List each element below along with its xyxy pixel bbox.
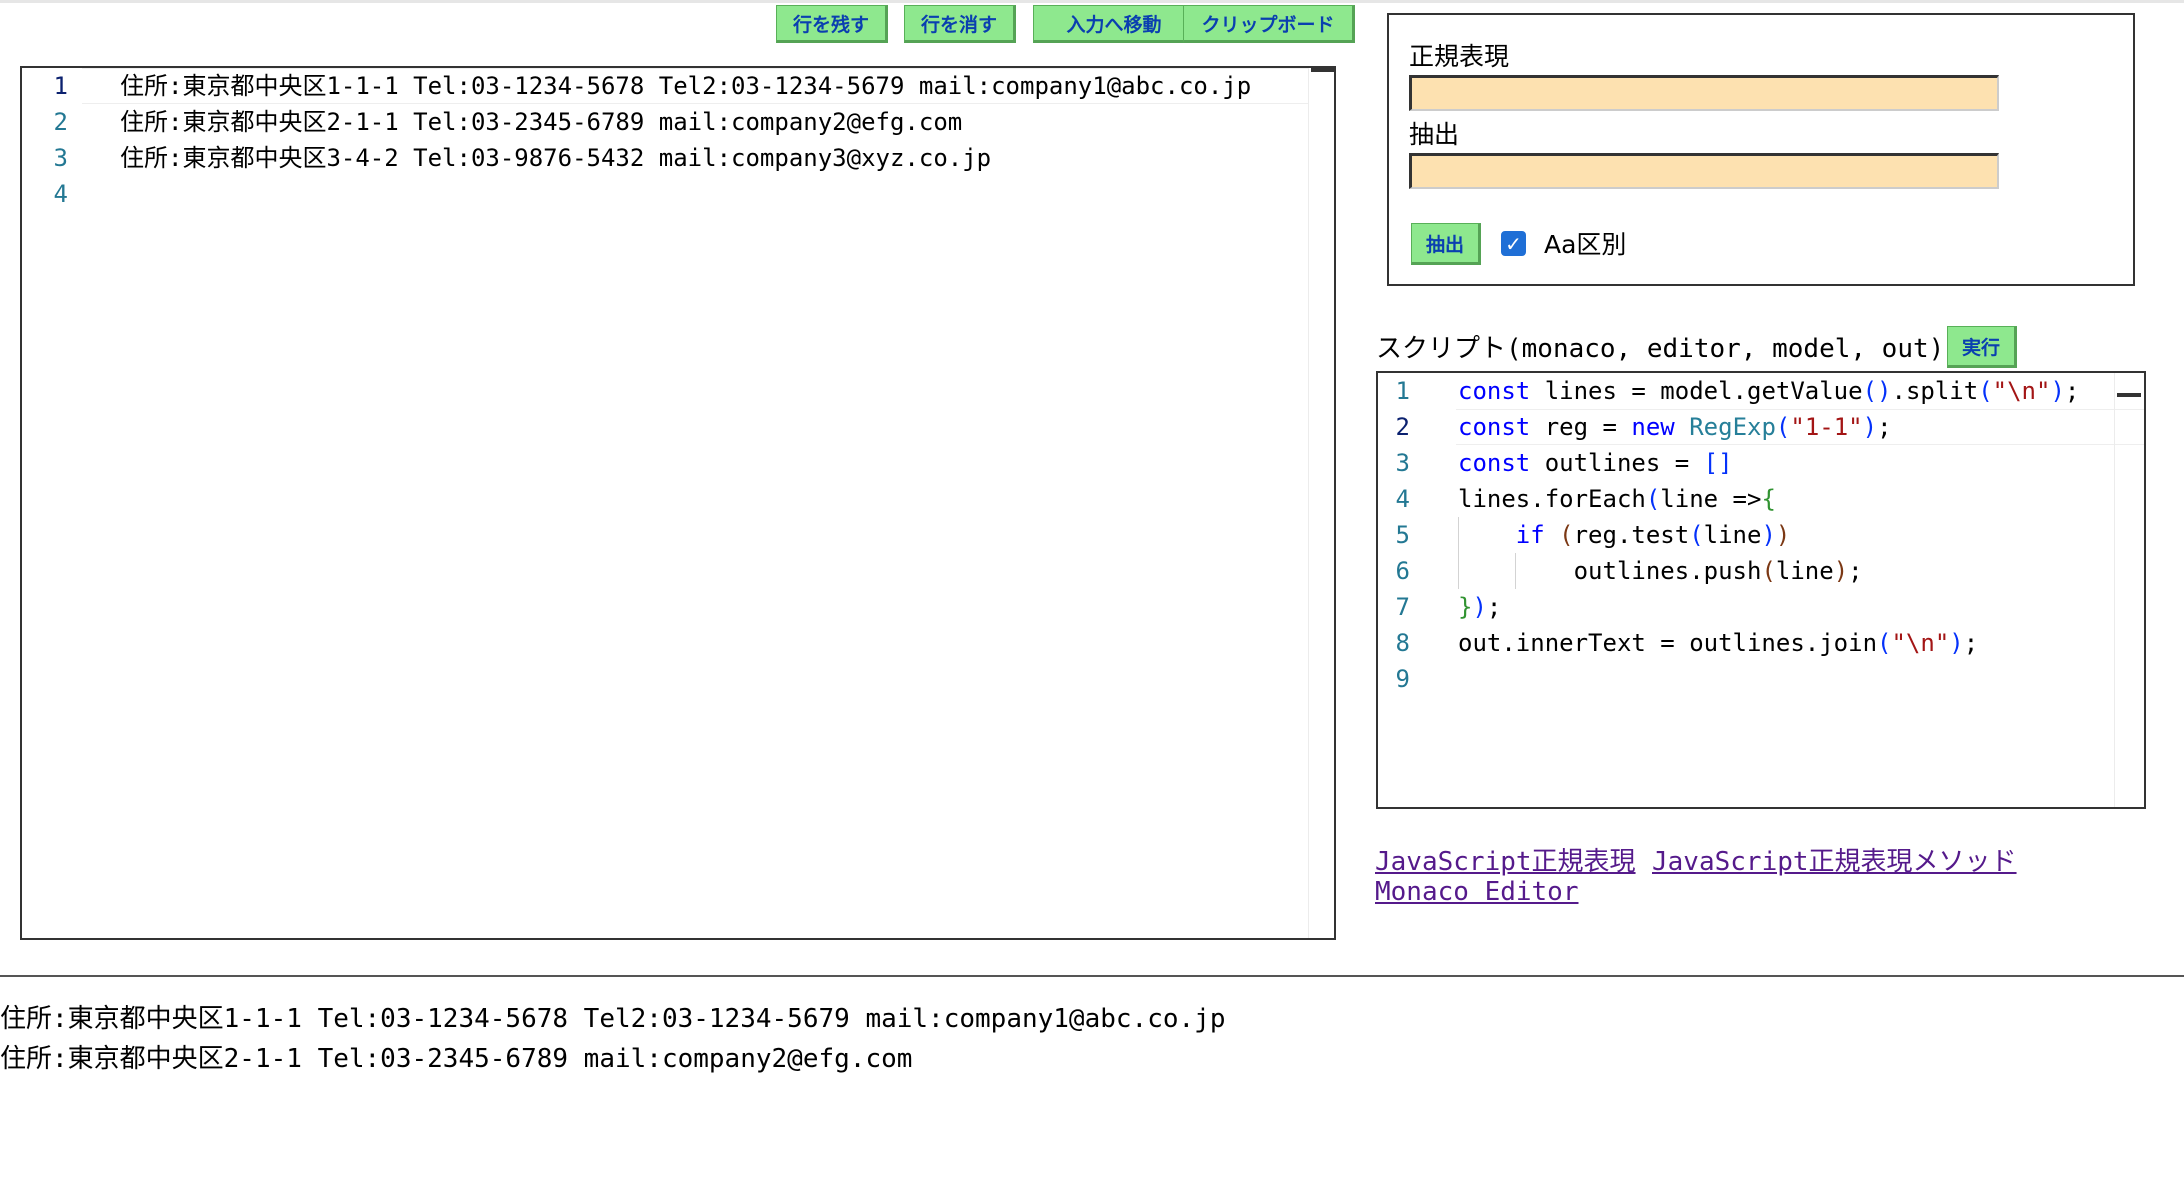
line-number: 4	[1395, 485, 1410, 513]
line-number: 3	[1395, 449, 1410, 477]
extract-input[interactable]	[1409, 153, 1999, 189]
line-number: 9	[1395, 665, 1410, 693]
code-line: const lines = model.getValue().split("\n…	[1458, 377, 2080, 405]
output-divider	[0, 975, 2184, 977]
regex-panel: 正規表現 抽出 抽出 ✓ Aa区別	[1387, 13, 2135, 286]
regex-input[interactable]	[1409, 75, 1999, 111]
top-border	[0, 0, 2184, 3]
extract-label: 抽出	[1409, 120, 1460, 149]
regex-label: 正規表現	[1409, 42, 1510, 71]
output-line: 住所:東京都中央区1-1-1 Tel:03-1234-5678 Tel2:03-…	[0, 1004, 1226, 1034]
code-line: outlines.push(line);	[1458, 557, 1863, 585]
code-line: out.innerText = outlines.join("\n");	[1458, 629, 1979, 657]
case-sensitive-label: Aa区別	[1544, 230, 1627, 259]
main-editor[interactable]: 1 2 3 4 住所:東京都中央区1-1-1 Tel:03-1234-5678 …	[20, 66, 1336, 940]
code-line: });	[1458, 593, 1502, 621]
line-number: 3	[53, 144, 68, 172]
line-number: 8	[1395, 629, 1410, 657]
line-number: 7	[1395, 593, 1410, 621]
line-number: 1	[1395, 377, 1410, 405]
js-regex-link[interactable]: JavaScript正規表現	[1375, 841, 1636, 878]
check-icon: ✓	[1505, 231, 1522, 256]
output-line: 住所:東京都中央区2-1-1 Tel:03-2345-6789 mail:com…	[0, 1044, 913, 1074]
extract-button[interactable]: 抽出	[1411, 223, 1481, 265]
line-number: 6	[1395, 557, 1410, 585]
keep-lines-button[interactable]: 行を残す	[776, 5, 888, 43]
line-number: 2	[53, 108, 68, 136]
move-to-input-button[interactable]: 入力へ移動	[1033, 5, 1197, 43]
monaco-editor-link[interactable]: Monaco Editor	[1375, 877, 1579, 907]
code-line: const outlines = []	[1458, 449, 1733, 477]
editor-scrollbar[interactable]	[1308, 68, 1337, 938]
editor-line: 住所:東京都中央区2-1-1 Tel:03-2345-6789 mail:com…	[120, 108, 963, 136]
code-line: const reg = new RegExp("1-1");	[1458, 413, 1892, 441]
clipboard-button[interactable]: クリップボード	[1183, 5, 1355, 43]
code-line: lines.forEach(line =>{	[1458, 485, 1776, 513]
js-regex-methods-link[interactable]: JavaScript正規表現メソッド	[1652, 841, 2017, 878]
case-sensitive-checkbox[interactable]: ✓	[1501, 231, 1526, 256]
run-button[interactable]: 実行	[1947, 326, 2017, 368]
scroll-marker	[1311, 68, 1335, 72]
script-editor[interactable]: 1 2 3 4 5 6 7 8 9 const lines = model.ge…	[1376, 371, 2146, 809]
script-scrollbar[interactable]	[2114, 373, 2143, 807]
line-number: 4	[53, 180, 68, 208]
code-line: if (reg.test(line))	[1515, 521, 1791, 549]
editor-line: 住所:東京都中央区3-4-2 Tel:03-9876-5432 mail:com…	[120, 144, 992, 172]
scroll-marker	[2117, 393, 2141, 397]
line-number: 5	[1395, 521, 1410, 549]
delete-lines-button[interactable]: 行を消す	[904, 5, 1016, 43]
line-number: 2	[1395, 413, 1410, 441]
script-label: スクリプト(monaco, editor, model, out)	[1376, 334, 1945, 364]
editor-line: 住所:東京都中央区1-1-1 Tel:03-1234-5678 Tel2:03-…	[120, 72, 1252, 100]
line-number: 1	[53, 72, 68, 100]
